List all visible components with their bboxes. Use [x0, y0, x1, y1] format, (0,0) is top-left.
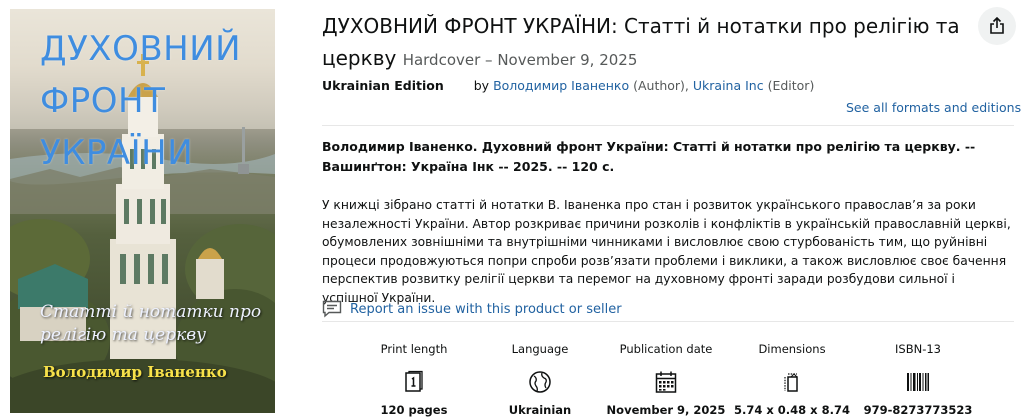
divider — [322, 125, 1014, 126]
detail-value: 5.74 x 0.48 x 8.74 — [734, 403, 850, 417]
editor-role: (Editor) — [767, 78, 815, 93]
cover-title-line: УКРАЇНИ — [40, 133, 194, 173]
bibliographic-note: Володимир Іваненко. Духовний фронт Украї… — [322, 139, 976, 174]
cover-subtitle-line: релігію та церкву — [40, 325, 206, 345]
report-issue-link[interactable]: Report an issue with this product or sel… — [322, 300, 622, 318]
author-link[interactable]: Володимир Іваненко — [493, 78, 629, 93]
detail-label: Dimensions — [758, 342, 826, 356]
detail-label: ISBN-13 — [895, 342, 941, 356]
divider — [322, 321, 1014, 322]
cover-title-line: ДУХОВНИЙ — [40, 29, 242, 69]
byline: Ukrainian Edition by Володимир Іваненко … — [322, 78, 814, 93]
share-button[interactable] — [978, 7, 1016, 45]
report-feedback-icon — [322, 300, 342, 318]
cover-title-line: ФРОНТ — [40, 81, 166, 121]
dimensions-icon — [784, 373, 798, 392]
detail-label: Language — [511, 342, 569, 356]
share-icon — [990, 17, 1004, 34]
detail-label: Print length — [380, 342, 448, 356]
product-description: У книжці зібрано статті й нотатки В. Іва… — [322, 198, 1011, 305]
author-role: (Author), — [633, 78, 689, 93]
format-and-date: Hardcover – November 9, 2025 — [402, 51, 638, 69]
product-title: ДУХОВНИЙ ФРОНТ УКРАЇНИ: Статті й нотатки… — [322, 10, 972, 76]
detail-value: 120 pages — [380, 403, 448, 417]
book-cover-image[interactable]: ДУХОВНИЙ ФРОНТ УКРАЇНИ Статті й нотатки … — [10, 9, 275, 413]
cover-author: Володимир Іваненко — [43, 363, 227, 381]
see-all-formats-link[interactable]: See all formats and editions — [846, 100, 1021, 115]
cover-subtitle: Статті й нотатки про релігію та церкву — [40, 301, 270, 347]
report-issue-label: Report an issue with this product or sel… — [350, 301, 622, 317]
detail-value: 979-8273773523 — [863, 403, 973, 417]
detail-value: Ukrainian — [508, 403, 572, 417]
detail-label: Publication date — [619, 342, 713, 356]
globe-icon — [529, 371, 551, 393]
barcode-icon — [907, 373, 929, 391]
cover-title: ДУХОВНИЙ ФРОНТ УКРАЇНИ — [40, 23, 270, 179]
edition-label: Ukrainian Edition — [322, 78, 444, 93]
by-label: by — [473, 78, 490, 93]
detail-value: November 9, 2025 — [606, 403, 726, 417]
product-details-carousel: Print length 120 pages Language Ukrainia… — [322, 333, 1012, 420]
editor-link[interactable]: Ukraina Inc — [693, 78, 764, 93]
pages-icon — [405, 370, 423, 392]
cover-subtitle-line: Статті й нотатки про — [40, 302, 262, 322]
calendar-icon — [655, 371, 677, 393]
